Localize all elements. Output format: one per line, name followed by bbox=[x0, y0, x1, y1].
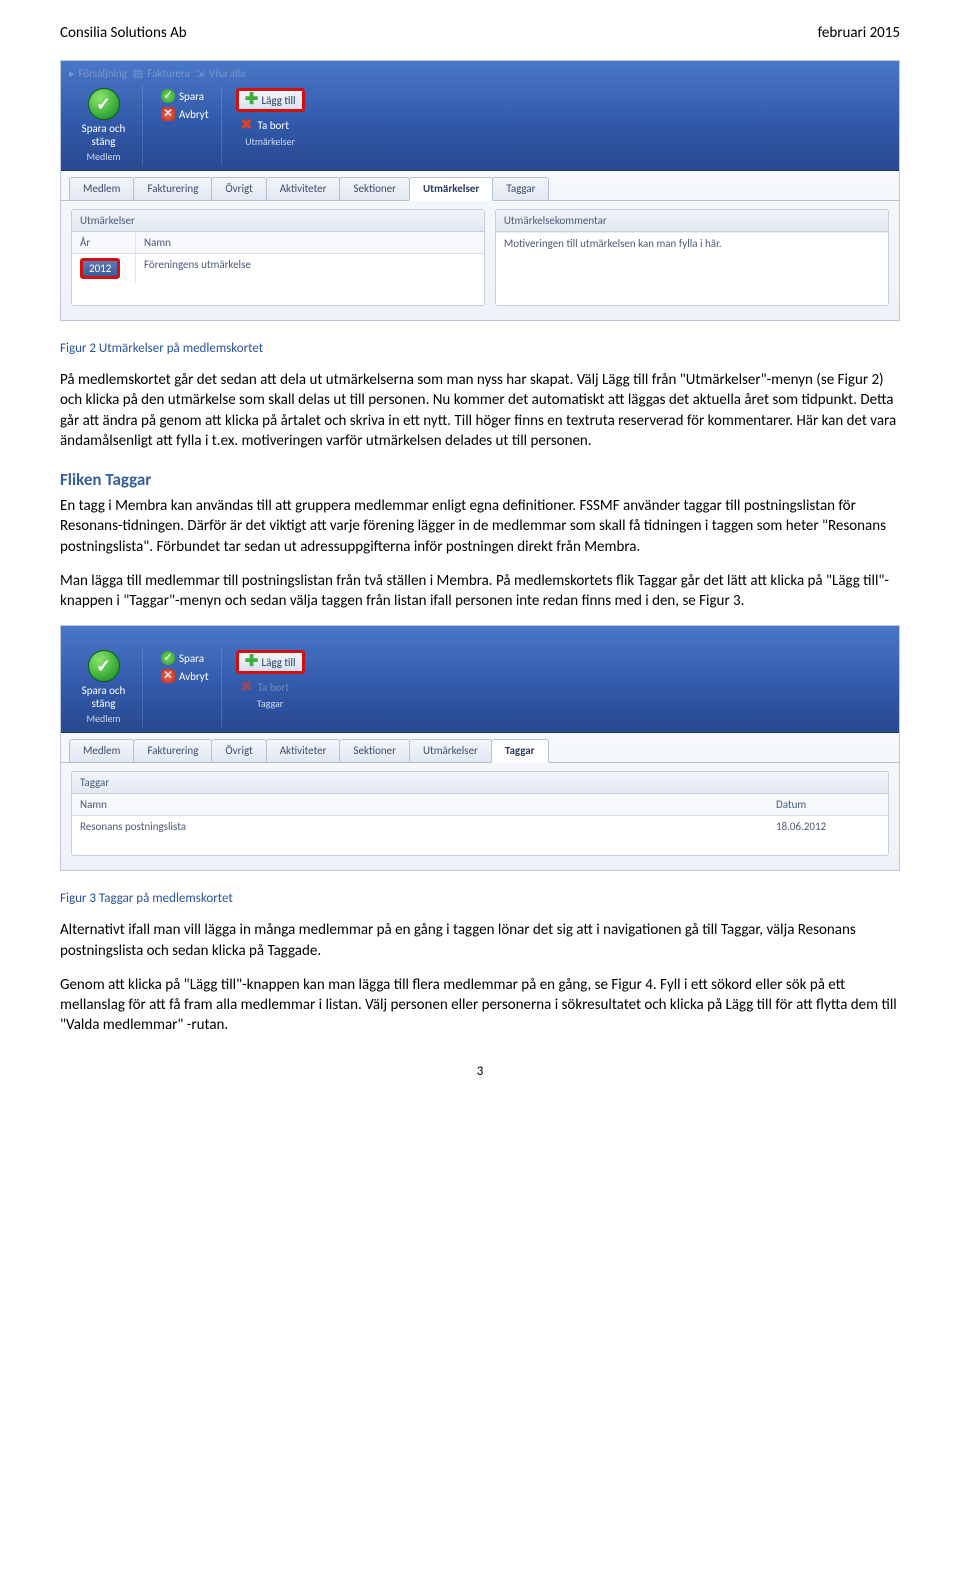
tab-medlem[interactable]: Medlem bbox=[69, 739, 134, 762]
paragraph-2: En tagg i Membra kan användas till att g… bbox=[60, 496, 900, 557]
avbryt-button[interactable]: ✕Avbryt bbox=[157, 106, 213, 122]
spara-och-stang-button[interactable]: ✓ Spara och stäng bbox=[74, 88, 134, 148]
nav-visa-alla[interactable]: ⇲ Visa alla bbox=[196, 67, 246, 80]
tab-fakturering[interactable]: Fakturering bbox=[133, 739, 212, 762]
ta-bort-button[interactable]: ✖Ta bort bbox=[236, 679, 305, 695]
col-year[interactable]: År bbox=[72, 232, 136, 253]
group-label: Medlem bbox=[86, 710, 120, 725]
paragraph-3: Man lägga till medlemmar till postningsl… bbox=[60, 571, 900, 612]
tabstrip: Medlem Fakturering Övrigt Aktiviteter Se… bbox=[61, 733, 899, 763]
tab-ovrigt[interactable]: Övrigt bbox=[211, 739, 266, 762]
header-left: Consilia Solutions Ab bbox=[60, 24, 187, 42]
paragraph-4: Alternativt ifall man vill lägga in mång… bbox=[60, 920, 900, 961]
panel-title: Utmärkelser bbox=[72, 210, 484, 232]
avbryt-button[interactable]: ✕Avbryt bbox=[157, 668, 213, 684]
delete-icon: ✖ bbox=[240, 118, 254, 132]
ok-icon: ✓ bbox=[161, 651, 175, 665]
ok-icon: ✓ bbox=[161, 89, 175, 103]
nav-fakturera[interactable]: ▤ Fakturera bbox=[133, 67, 190, 80]
tab-taggar[interactable]: Taggar bbox=[492, 177, 549, 200]
tab-aktiviteter[interactable]: Aktiviteter bbox=[266, 739, 341, 762]
delete-icon: ✖ bbox=[240, 680, 254, 694]
tab-fakturering[interactable]: Fakturering bbox=[133, 177, 212, 200]
header-right: februari 2015 bbox=[818, 24, 900, 42]
kommentar-panel: Utmärkelsekommentar Motiveringen till ut… bbox=[495, 209, 889, 306]
tabstrip: Medlem Fakturering Övrigt Aktiviteter Se… bbox=[61, 171, 899, 201]
tab-aktiviteter[interactable]: Aktiviteter bbox=[266, 177, 341, 200]
tab-medlem[interactable]: Medlem bbox=[69, 177, 134, 200]
lagg-till-button[interactable]: ✚Lägg till bbox=[236, 650, 305, 674]
group-utmarkelser: ✚Lägg till ✖Ta bort Utmärkelser bbox=[228, 86, 313, 166]
spara-button[interactable]: ✓Spara bbox=[157, 650, 213, 666]
table-row[interactable]: 2012 Föreningens utmärkelse bbox=[72, 254, 484, 283]
page-number: 3 bbox=[60, 1064, 900, 1079]
comment-text[interactable]: Motiveringen till utmärkelsen kan man fy… bbox=[496, 232, 888, 254]
group-medlem: ✓ Spara och stäng Medlem bbox=[65, 86, 143, 166]
cancel-icon: ✕ bbox=[161, 107, 175, 121]
group-spara-avbryt: ✓Spara ✕Avbryt bbox=[149, 648, 222, 728]
year-cell[interactable]: 2012 bbox=[80, 258, 120, 279]
col-name[interactable]: Namn bbox=[72, 794, 768, 815]
paragraph-1: På medlemskortet går det sedan att dela … bbox=[60, 370, 900, 451]
lagg-till-button[interactable]: ✚Lägg till bbox=[236, 88, 305, 112]
group-label: Medlem bbox=[86, 148, 120, 163]
figure-2-screenshot: ▸ Försäljning ▤ Fakturera ⇲ Visa alla ✓ … bbox=[60, 60, 900, 321]
ribbon: ✓ Spara och stäng Medlem ✓Spara ✕Avbryt … bbox=[61, 626, 899, 733]
taggar-panel: Taggar Namn Datum Resonans postningslist… bbox=[71, 771, 889, 856]
plus-icon: ✚ bbox=[245, 655, 259, 669]
spara-och-stang-button[interactable]: ✓ Spara och stäng bbox=[74, 650, 134, 710]
figure-3-caption: Figur 3 Taggar på medlemskortet bbox=[60, 891, 900, 906]
check-icon: ✓ bbox=[88, 650, 120, 682]
tab-sektioner[interactable]: Sektioner bbox=[339, 177, 410, 200]
table-row[interactable]: Resonans postningslista 18.06.2012 bbox=[72, 816, 888, 837]
figure-3-screenshot: ✓ Spara och stäng Medlem ✓Spara ✕Avbryt … bbox=[60, 625, 900, 871]
tab-sektioner[interactable]: Sektioner bbox=[339, 739, 410, 762]
tab-utmarkelser[interactable]: Utmärkelser bbox=[409, 739, 492, 762]
page-header: Consilia Solutions Ab februari 2015 bbox=[60, 0, 900, 50]
plus-icon: ✚ bbox=[245, 93, 259, 107]
panel-title: Utmärkelsekommentar bbox=[496, 210, 888, 232]
group-taggar: ✚Lägg till ✖Ta bort Taggar bbox=[228, 648, 313, 728]
col-date[interactable]: Datum bbox=[768, 794, 888, 815]
spara-button[interactable]: ✓Spara bbox=[157, 88, 213, 104]
col-name[interactable]: Namn bbox=[136, 232, 484, 253]
name-cell: Föreningens utmärkelse bbox=[136, 254, 484, 283]
date-cell: 18.06.2012 bbox=[768, 816, 888, 837]
tab-taggar[interactable]: Taggar bbox=[491, 739, 549, 763]
group-label: Utmärkelser bbox=[245, 133, 295, 148]
group-medlem: ✓ Spara och stäng Medlem bbox=[65, 648, 143, 728]
cancel-icon: ✕ bbox=[161, 669, 175, 683]
heading-fliken-taggar: Fliken Taggar bbox=[60, 469, 900, 490]
ribbon: ▸ Försäljning ▤ Fakturera ⇲ Visa alla ✓ … bbox=[61, 61, 899, 171]
ta-bort-button[interactable]: ✖Ta bort bbox=[236, 117, 305, 133]
nav-forsaljning[interactable]: ▸ Försäljning bbox=[69, 67, 127, 80]
group-label: Taggar bbox=[257, 695, 283, 710]
utmarkelser-panel: Utmärkelser År Namn 2012 Föreningens utm… bbox=[71, 209, 485, 306]
tab-utmarkelser[interactable]: Utmärkelser bbox=[409, 177, 493, 201]
panel-title: Taggar bbox=[72, 772, 888, 794]
check-icon: ✓ bbox=[88, 88, 120, 120]
name-cell: Resonans postningslista bbox=[72, 816, 768, 837]
tab-ovrigt[interactable]: Övrigt bbox=[211, 177, 266, 200]
group-spara-avbryt: ✓Spara ✕Avbryt bbox=[149, 86, 222, 166]
figure-2-caption: Figur 2 Utmärkelser på medlemskortet bbox=[60, 341, 900, 356]
paragraph-5: Genom att klicka på "Lägg till"-knappen … bbox=[60, 975, 900, 1036]
